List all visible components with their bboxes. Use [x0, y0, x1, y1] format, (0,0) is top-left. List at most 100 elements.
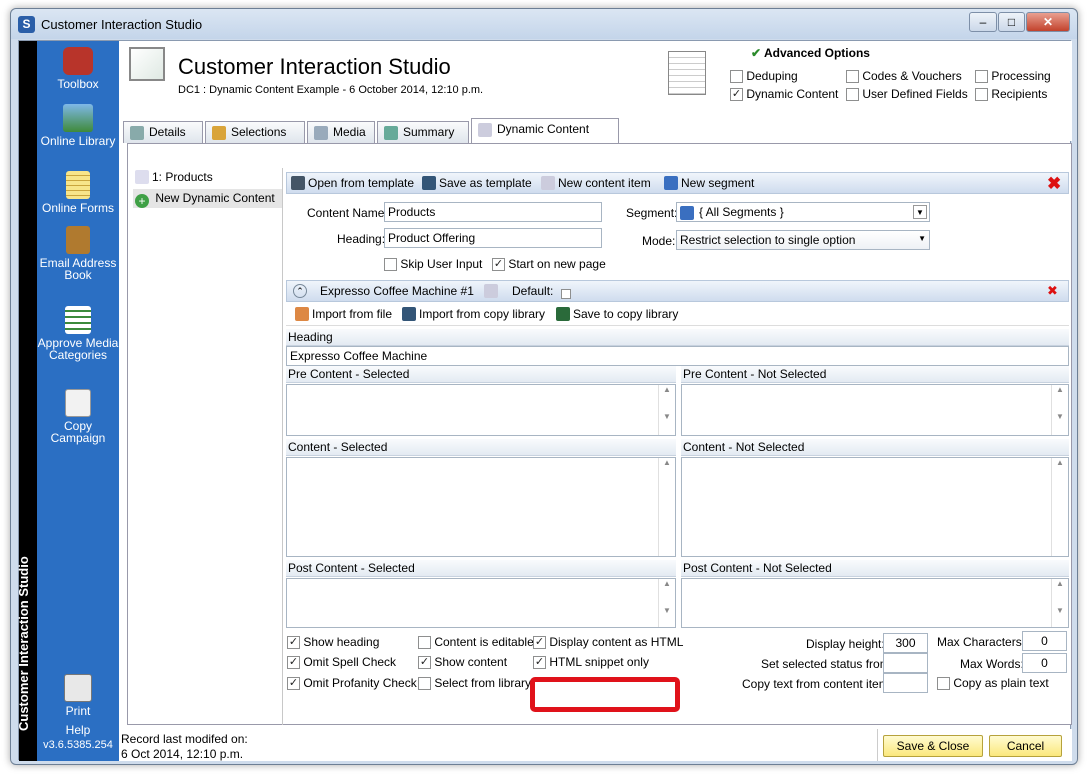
- post-not-selected-textarea[interactable]: ▲ ▼: [681, 578, 1069, 628]
- tree-item-products[interactable]: 1: Products: [135, 170, 281, 188]
- option-label: Start on new page: [508, 257, 606, 271]
- import-file-button[interactable]: Import from file: [295, 307, 392, 321]
- cancel-button[interactable]: Cancel: [989, 735, 1062, 757]
- checkbox[interactable]: [418, 636, 431, 650]
- option-user-defined-fields[interactable]: User Defined Fields: [846, 87, 968, 102]
- import-copy-library-button[interactable]: Import from copy library: [402, 307, 545, 321]
- checkbox-checked[interactable]: ✓: [533, 636, 546, 650]
- content-editable-option[interactable]: Content is editable: [418, 635, 534, 650]
- option-processing[interactable]: Processing: [975, 69, 1051, 84]
- checkbox[interactable]: [937, 677, 950, 691]
- pre-selected-textarea[interactable]: ▲ ▼: [286, 384, 676, 436]
- close-button[interactable]: ✕: [1026, 12, 1070, 32]
- copy-text-input[interactable]: [883, 673, 928, 693]
- skip-user-input-option[interactable]: Skip User Input: [384, 257, 482, 272]
- checkbox-checked[interactable]: ✓: [533, 656, 546, 670]
- html-snippet-option[interactable]: ✓ HTML snippet only: [533, 655, 649, 670]
- content-selected-textarea[interactable]: ▲: [286, 457, 676, 557]
- option-label: Codes & Vouchers: [862, 69, 962, 83]
- checkbox[interactable]: [975, 70, 988, 84]
- select-library-option[interactable]: Select from library: [418, 676, 531, 691]
- copy-plain-text-option[interactable]: Copy as plain text: [937, 676, 1049, 691]
- checkbox-checked[interactable]: ✓: [730, 88, 743, 102]
- remove-item-icon[interactable]: ✖: [1047, 283, 1058, 299]
- tab-media[interactable]: Media: [307, 121, 375, 143]
- approve-icon: [65, 306, 91, 334]
- delete-icon[interactable]: ✖: [1047, 174, 1061, 194]
- option-recipients[interactable]: Recipients: [975, 87, 1047, 102]
- set-status-input[interactable]: [883, 653, 928, 673]
- option-codes-vouchers[interactable]: Codes & Vouchers: [846, 69, 962, 84]
- checkbox[interactable]: [384, 258, 397, 272]
- content-name-input[interactable]: Products: [384, 202, 602, 222]
- edit-icon[interactable]: [484, 284, 498, 298]
- scrollbar[interactable]: ▲: [1051, 458, 1068, 556]
- open-template-button[interactable]: Open from template: [291, 176, 414, 190]
- checkbox[interactable]: [418, 677, 431, 691]
- tab-details[interactable]: Details: [123, 121, 203, 143]
- option-label: HTML snippet only: [549, 655, 649, 669]
- scrollbar[interactable]: ▲ ▼: [658, 579, 675, 627]
- checkbox[interactable]: [846, 70, 859, 84]
- scrollbar[interactable]: ▲ ▼: [1051, 385, 1068, 435]
- content-name-label: Content Name:: [307, 206, 388, 220]
- new-content-item-button[interactable]: New content item: [541, 176, 651, 190]
- start-new-page-option[interactable]: ✓ Start on new page: [492, 257, 606, 272]
- max-characters-input[interactable]: 0: [1022, 631, 1067, 651]
- item-heading-input[interactable]: Expresso Coffee Machine: [286, 346, 1069, 366]
- checkbox-checked[interactable]: ✓: [287, 636, 300, 650]
- sidebar-item-approve-media[interactable]: Approve Media Categories: [37, 306, 119, 361]
- dynamic-content-icon: [478, 122, 492, 137]
- max-words-input[interactable]: 0: [1022, 653, 1067, 673]
- segment-select[interactable]: { All Segments } ▼: [676, 202, 930, 222]
- open-icon: [291, 176, 305, 190]
- scrollbar[interactable]: ▲: [658, 458, 675, 556]
- display-html-option[interactable]: ✓ Display content as HTML: [533, 635, 683, 650]
- checkbox-checked[interactable]: ✓: [287, 656, 300, 670]
- show-heading-option[interactable]: ✓ Show heading: [287, 635, 379, 650]
- mode-select[interactable]: Restrict selection to single option ▼: [676, 230, 930, 250]
- media-icon: [314, 125, 328, 140]
- new-segment-button[interactable]: New segment: [664, 176, 754, 190]
- post-selected-textarea[interactable]: ▲ ▼: [286, 578, 676, 628]
- content-not-selected-textarea[interactable]: ▲: [681, 457, 1069, 557]
- checkbox[interactable]: [730, 70, 743, 84]
- save-template-button[interactable]: Save as template: [422, 176, 532, 190]
- save-close-button[interactable]: Save & Close: [883, 735, 983, 757]
- omit-spell-check-option[interactable]: ✓ Omit Spell Check: [287, 655, 396, 670]
- tab-summary[interactable]: Summary: [377, 121, 469, 143]
- add-icon: +: [135, 194, 149, 208]
- save-copy-library-button[interactable]: Save to copy library: [556, 307, 678, 321]
- tab-label: Media: [333, 125, 366, 139]
- pre-not-selected-textarea[interactable]: ▲ ▼: [681, 384, 1069, 436]
- sidebar-item-copy-campaign[interactable]: Copy Campaign: [37, 389, 119, 444]
- scrollbar[interactable]: ▲ ▼: [658, 385, 675, 435]
- option-deduping[interactable]: Deduping: [730, 69, 798, 84]
- omit-profanity-check-option[interactable]: ✓ Omit Profanity Check: [287, 676, 417, 691]
- checkbox-checked[interactable]: ✓: [287, 677, 300, 691]
- checkbox-checked[interactable]: ✓: [492, 258, 505, 272]
- minimize-button[interactable]: –: [969, 12, 997, 32]
- help-link[interactable]: Help: [37, 724, 119, 736]
- chevron-down-icon[interactable]: ▼: [913, 205, 927, 219]
- sidebar-item-email-address-book[interactable]: Email Address Book: [37, 226, 119, 281]
- content-tree: 1: Products + New Dynamic Content: [133, 168, 283, 725]
- show-content-option[interactable]: ✓ Show content: [418, 655, 507, 670]
- sidebar-item-toolbox[interactable]: Toolbox: [37, 47, 119, 90]
- checkbox[interactable]: [846, 88, 859, 102]
- sidebar-item-online-library[interactable]: Online Library: [37, 104, 119, 147]
- maximize-button[interactable]: □: [998, 12, 1025, 32]
- tree-item-new-dynamic-content[interactable]: + New Dynamic Content: [133, 189, 282, 208]
- sidebar-item-print[interactable]: Print: [37, 674, 119, 717]
- sidebar-item-online-forms[interactable]: Online Forms: [37, 171, 119, 214]
- checkbox-checked[interactable]: ✓: [418, 656, 431, 670]
- collapse-icon[interactable]: ⌃: [293, 284, 307, 298]
- display-height-input[interactable]: 300: [883, 633, 928, 653]
- checkbox[interactable]: [975, 88, 988, 102]
- tab-selections[interactable]: Selections: [205, 121, 305, 143]
- option-dynamic-content[interactable]: ✓ Dynamic Content: [730, 87, 838, 102]
- scrollbar[interactable]: ▲ ▼: [1051, 579, 1068, 627]
- heading-input[interactable]: Product Offering: [384, 228, 602, 248]
- default-checkbox[interactable]: [561, 288, 571, 299]
- tab-dynamic-content[interactable]: Dynamic Content: [471, 118, 619, 143]
